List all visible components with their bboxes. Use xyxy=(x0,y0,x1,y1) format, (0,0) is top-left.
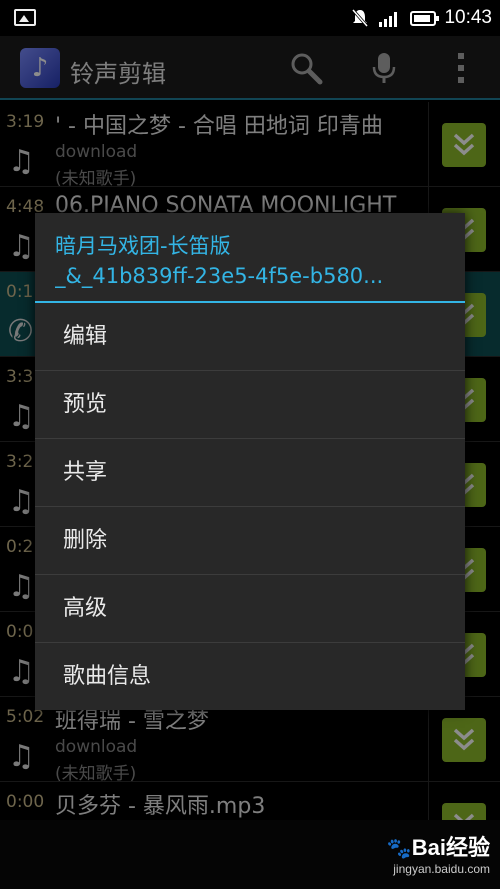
dialog-title-line2: _&_41b839ff-23e5-4f5e-b580... xyxy=(55,264,384,288)
status-bar: 10:43 xyxy=(0,0,500,36)
context-menu: 编辑 预览 共享 删除 高级 歌曲信息 xyxy=(35,303,465,711)
muted-bell-icon xyxy=(352,9,369,27)
menu-item-song-info[interactable]: 歌曲信息 xyxy=(35,643,465,711)
menu-item-delete[interactable]: 删除 xyxy=(35,507,465,575)
watermark: 🐾Bai经验 jingyan.baidu.com xyxy=(387,830,490,876)
menu-item-preview[interactable]: 预览 xyxy=(35,371,465,439)
status-time: 10:43 xyxy=(444,7,492,28)
picture-notification-icon xyxy=(14,9,36,26)
bottom-bar: 🐾Bai经验 jingyan.baidu.com xyxy=(0,820,500,889)
status-right: 10:43 xyxy=(350,6,492,30)
watermark-url: jingyan.baidu.com xyxy=(393,862,490,876)
signal-icon xyxy=(379,12,398,27)
battery-icon xyxy=(410,10,440,26)
context-menu-dialog: 暗月马戏团-长笛版 _&_41b839ff-23e5-4f5e-b580... … xyxy=(35,213,465,710)
dialog-title: 暗月马戏团-长笛版 _&_41b839ff-23e5-4f5e-b580... xyxy=(55,231,450,291)
watermark-brand: Bai经验 xyxy=(411,835,490,860)
menu-item-edit[interactable]: 编辑 xyxy=(35,303,465,371)
menu-item-advanced[interactable]: 高级 xyxy=(35,575,465,643)
baidu-paw-icon: 🐾 xyxy=(386,836,412,860)
dialog-title-line1: 暗月马戏团-长笛版 xyxy=(55,234,231,258)
menu-item-share[interactable]: 共享 xyxy=(35,439,465,507)
